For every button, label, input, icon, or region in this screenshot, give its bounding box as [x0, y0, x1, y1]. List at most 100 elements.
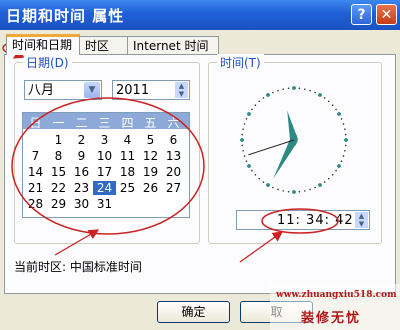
clock-hour-mark [318, 93, 322, 97]
clock-minute-mark [258, 100, 261, 103]
clock-minute-mark [314, 91, 316, 94]
calendar-day[interactable]: 29 [47, 197, 70, 211]
minute-hand [273, 134, 298, 179]
spin-arrows-icon[interactable]: ▲ ▼ [355, 212, 368, 228]
calendar-day[interactable]: 4 [116, 133, 139, 147]
calendar-day[interactable]: 16 [70, 165, 93, 179]
time-input[interactable]: 11: 34: 42 ▲ ▼ [236, 210, 370, 230]
clock-minute-mark [298, 87, 301, 90]
calendar-day[interactable]: 15 [47, 165, 70, 179]
calendar-day[interactable]: 18 [116, 165, 139, 179]
clock-minute-mark [335, 108, 337, 111]
weekday-label: 五 [144, 116, 157, 130]
calendar-day[interactable]: 3 [93, 133, 116, 147]
clock-hour-mark [247, 164, 251, 168]
clock-minute-mark [344, 133, 347, 136]
weekday-label: 二 [75, 116, 88, 130]
calendar-day[interactable]: 26 [139, 181, 162, 195]
clock-minute-mark [342, 123, 345, 125]
calendar-day[interactable]: 31 [93, 197, 116, 211]
month-select[interactable]: 八月 ▼ [24, 80, 102, 100]
calendar-day-selected[interactable]: 24 [93, 181, 116, 195]
calendar-day[interactable]: 21 [24, 181, 47, 195]
watermark-url: www.zhuangxiu518.com [276, 290, 397, 300]
clock-minute-mark [241, 144, 244, 147]
weekday-label: 日 [29, 116, 42, 130]
calendar-day[interactable]: 23 [70, 181, 93, 195]
clock-minute-mark [245, 160, 248, 162]
clock-minute-mark [277, 89, 279, 92]
year-spinner[interactable]: 2011 ▲ ▼ [112, 80, 190, 100]
clock-hour-mark [266, 93, 270, 97]
calendar-day[interactable]: 17 [93, 165, 116, 179]
clock-minute-mark [282, 88, 284, 90]
help-button[interactable]: ? [351, 4, 372, 25]
tab-timezone[interactable]: 时区 [79, 36, 128, 54]
chevron-down-icon[interactable]: ▼ [84, 82, 100, 98]
calendar-grid[interactable]: 日 一 二 三 四 五 六 1 2 3 4 5 6 7 8 9 10 11 12 13 14 15 16 17 1… [22, 112, 190, 218]
clock-minute-mark [314, 186, 316, 189]
clock-minute-mark [323, 181, 326, 183]
clock-minute-mark [241, 133, 244, 136]
weekday-label: 一 [52, 116, 65, 130]
calendar-day[interactable]: 27 [162, 181, 185, 195]
spin-arrows-icon[interactable]: ▲ ▼ [175, 82, 188, 98]
time-group-label: 时间(T) [217, 54, 264, 71]
weekday-label: 四 [121, 116, 134, 130]
close-button[interactable]: ✕ [376, 4, 397, 25]
clock-minute-mark [344, 150, 346, 152]
clock-minute-mark [251, 108, 253, 111]
clock-minute-mark [254, 173, 257, 176]
title-bar[interactable]: 日期和时间 属性 ? ✕ [0, 0, 400, 30]
calendar-day[interactable]: 22 [47, 181, 70, 195]
clock-minute-mark [282, 190, 284, 192]
calendar-day[interactable]: 9 [70, 149, 93, 163]
clock-minute-mark [323, 97, 326, 99]
clock-minute-mark [327, 100, 330, 103]
current-timezone-text: 当前时区: 中国标准时间 [14, 260, 142, 274]
clock-minute-mark [262, 97, 265, 99]
calendar-day[interactable]: 10 [93, 149, 116, 163]
clock-hour-mark [266, 183, 270, 187]
calendar-day[interactable]: 5 [139, 133, 162, 147]
clock-hour-mark [247, 112, 251, 116]
clock-minute-mark [327, 177, 330, 180]
clock-hour-mark [337, 112, 341, 116]
tab-time-date[interactable]: 时间和日期 [6, 34, 80, 55]
calendar-day[interactable]: 1 [47, 133, 70, 147]
clock-minute-mark [340, 118, 343, 120]
clock-minute-mark [331, 173, 334, 176]
date-group-label: 日期(D) [23, 54, 72, 71]
calendar-day[interactable]: 2 [70, 133, 93, 147]
clock-minute-mark [340, 160, 343, 162]
clock-hour-mark [292, 190, 296, 194]
ok-button[interactable]: 确定 [157, 301, 230, 323]
calendar-day[interactable]: 8 [47, 149, 70, 163]
clock-minute-mark [251, 169, 253, 172]
calendar-day[interactable]: 6 [162, 133, 185, 147]
calendar-day[interactable]: 7 [24, 149, 47, 163]
calendar-day[interactable]: 25 [116, 181, 139, 195]
calendar-day[interactable]: 14 [24, 165, 47, 179]
calendar-day[interactable]: 12 [139, 149, 162, 163]
weekday-label: 六 [167, 116, 180, 130]
calendar-day[interactable]: 11 [116, 149, 139, 163]
clock-minute-mark [342, 155, 345, 157]
calendar-day[interactable]: 20 [162, 165, 185, 179]
calendar-day[interactable]: 13 [162, 149, 185, 163]
time-value: 11: 34: 42 [277, 213, 354, 228]
calendar-day[interactable]: 19 [139, 165, 162, 179]
clock-minute-mark [272, 186, 274, 189]
clock-minute-mark [243, 155, 246, 157]
calendar-day[interactable]: 28 [24, 197, 47, 211]
weekday-label: 三 [98, 116, 111, 130]
clock-minute-mark [298, 190, 301, 193]
calendar-day[interactable]: 30 [70, 197, 93, 211]
clock-hour-mark [337, 164, 341, 168]
clock-minute-mark [262, 181, 265, 183]
clock-minute-mark [277, 188, 279, 191]
clock-minute-mark [245, 118, 248, 120]
clock-minute-mark [309, 89, 311, 92]
window-title: 日期和时间 属性 [6, 7, 125, 25]
tab-internet-time[interactable]: Internet 时间 [127, 36, 219, 54]
